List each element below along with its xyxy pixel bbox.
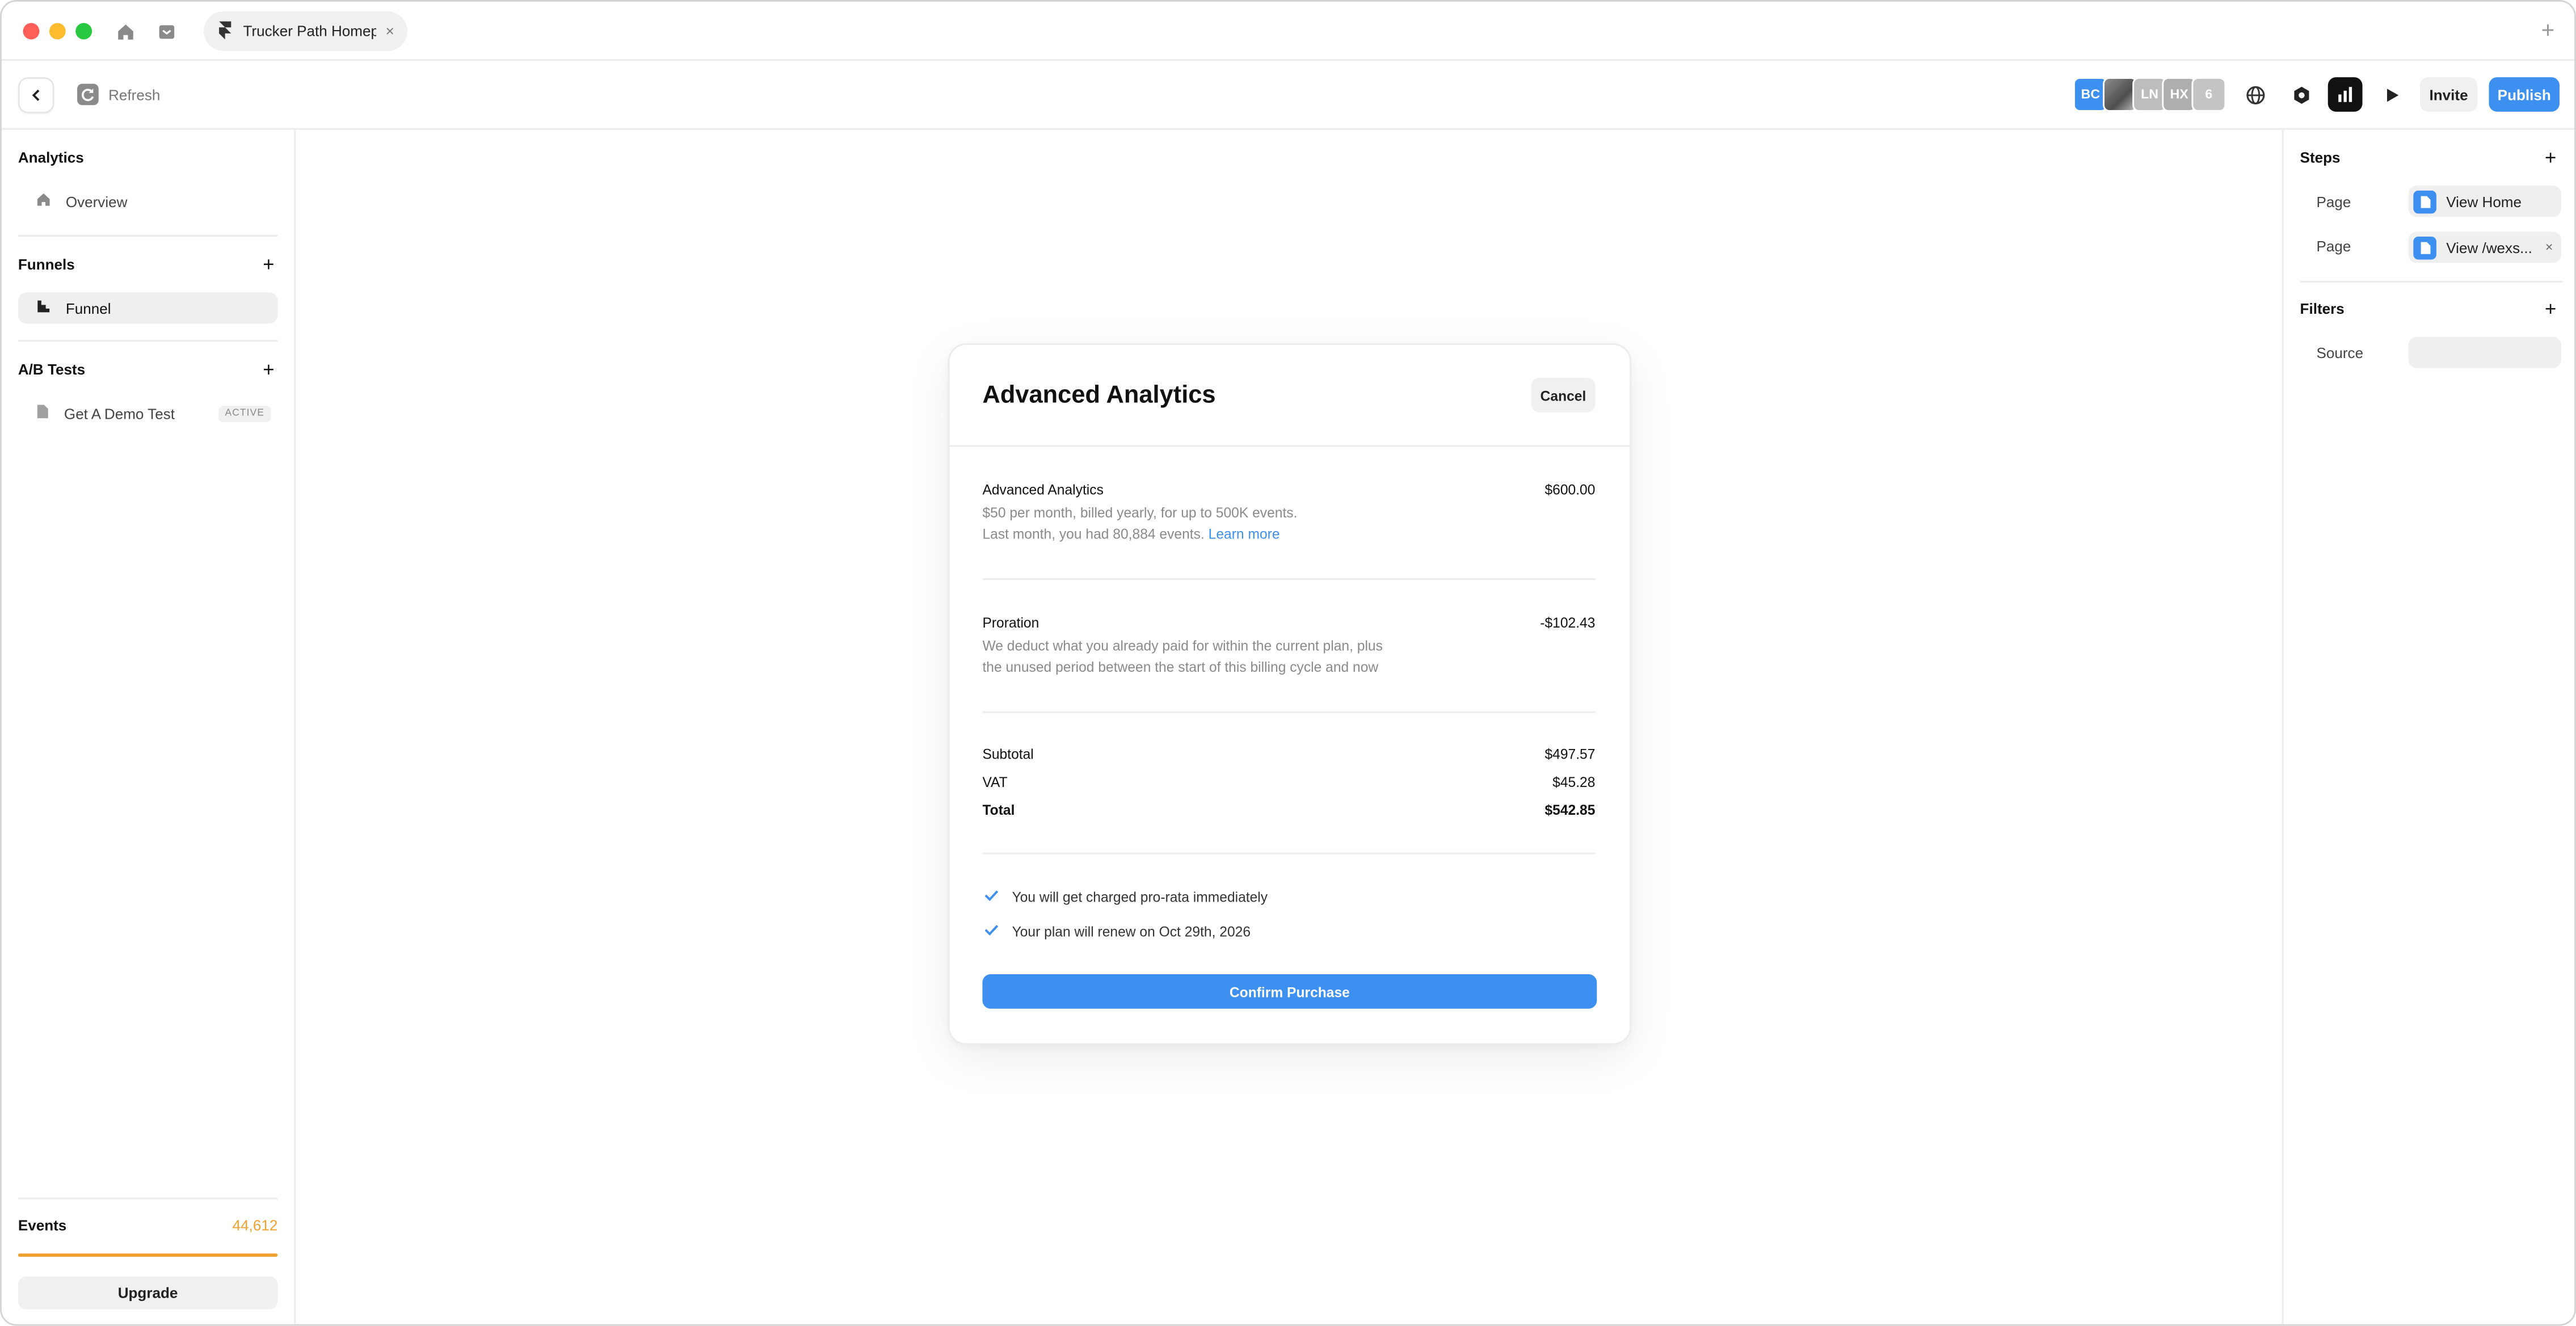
plan-description-line: $50 per month, billed yearly, for up to … [982,504,1298,521]
events-label: Events [18,1217,67,1234]
minimize-window-button[interactable] [49,23,66,40]
modal-title: Advanced Analytics [982,381,1216,409]
plan-description-line: Last month, you had 80,884 events. Learn… [982,524,1442,546]
cancel-button[interactable]: Cancel [1531,377,1596,412]
plan-description: $50 per month, billed yearly, for up to … [982,503,1442,545]
events-progress-bar [18,1253,278,1257]
note-text: Your plan will renew on Oct 29th, 2026 [1012,923,1251,940]
sidebar-item-label: Overview [65,193,128,210]
step-type-label: Page [2316,238,2351,255]
sidebar-item-get-a-demo-test[interactable]: Get A Demo Test ACTIVE [18,398,277,429]
divider [2300,281,2563,283]
confirm-purchase-button[interactable]: Confirm Purchase [982,974,1597,1009]
play-icon[interactable] [2374,77,2409,112]
browser-tab[interactable]: Trucker Path Homep... × [204,11,408,51]
step-pill[interactable]: View /wexs... × [2408,231,2561,263]
close-window-button[interactable] [23,23,40,40]
note-text: You will get charged pro-rata immediatel… [1012,889,1268,906]
purchase-modal: Advanced Analytics Cancel Advanced Analy… [949,345,1630,1043]
proration-description-line: the unused period between the start of t… [982,659,1379,676]
total-amount: $542.85 [1544,801,1596,818]
collaborator-avatars[interactable]: BC LN HX 6 [2073,77,2226,112]
divider [18,235,278,237]
refresh-button[interactable]: Refresh [77,83,161,106]
chevron-left-icon [30,81,43,110]
refresh-label: Refresh [108,86,161,103]
home-icon[interactable] [112,18,138,44]
refresh-icon [77,83,99,106]
proration-description: We deduct what you already paid for with… [982,636,1459,679]
app-window: Trucker Path Homep... × + Refresh BC LN … [0,0,2576,1326]
step-type-label: Page [2316,193,2351,211]
proration-description-line: We deduct what you already paid for with… [982,637,1383,654]
divider [18,340,278,342]
check-icon [984,889,999,905]
sidebar-item-label: Funnel [65,300,111,317]
check-icon [984,923,999,940]
framer-logo-icon [217,20,233,42]
step-value: View /wexs... [2446,239,2532,256]
events-count: 44,612 [232,1217,278,1234]
list-item: You will get charged pro-rata immediatel… [984,889,1268,905]
divider [982,852,1596,854]
learn-more-link[interactable]: Learn more [1209,526,1280,542]
divider [982,578,1596,580]
title-bar: Trucker Path Homep... × + [1,1,2575,61]
back-button[interactable] [19,78,53,112]
ab-tests-section-title: A/B Tests [18,361,86,378]
analytics-section-title: Analytics [18,149,84,166]
page-icon [2413,235,2436,259]
tab-title: Trucker Path Homep... [243,23,376,40]
add-filter-button[interactable]: + [2545,299,2556,319]
sidebar-item-funnel[interactable]: Funnel [18,292,278,324]
page-icon [36,404,49,422]
events-usage: Events 44,612 [18,1217,277,1234]
home-icon [36,192,51,211]
step-value: View Home [2446,193,2522,210]
maximize-window-button[interactable] [75,23,92,40]
funnel-icon [36,299,51,317]
invite-button[interactable]: Invite [2419,77,2478,112]
page-icon [2413,190,2436,213]
status-badge: ACTIVE [218,405,271,422]
add-ab-test-button[interactable]: + [263,360,274,380]
proration-amount: -$102.43 [1540,614,1596,631]
upgrade-button[interactable]: Upgrade [18,1276,278,1310]
proration-name: Proration [982,614,1039,631]
plan-amount: $600.00 [1544,481,1596,498]
remove-step-button[interactable]: × [2545,240,2553,255]
plan-events-text: Last month, you had 80,884 events. [982,525,1205,542]
right-panel: Steps + Page View Home Page View /wexs..… [2282,129,2575,1324]
vat-label: VAT [982,773,1008,790]
total-label: Total [982,801,1015,818]
filters-section-title: Filters [2300,300,2345,317]
list-item: Your plan will renew on Oct 29th, 2026 [984,923,1251,940]
vat-amount: $45.28 [1552,773,1596,790]
new-tab-button[interactable]: + [2541,16,2555,43]
subtotal-amount: $497.57 [1544,746,1596,763]
settings-icon[interactable] [2284,77,2318,112]
editor-toolbar: Refresh BC LN HX 6 Invite Publish [1,61,2575,130]
plan-name: Advanced Analytics [982,481,1104,498]
analytics-icon[interactable] [2327,77,2363,112]
source-filter-input[interactable] [2408,336,2561,368]
filter-source-label: Source [2316,345,2364,361]
funnels-section-title: Funnels [18,256,75,273]
subtotal-label: Subtotal [982,746,1034,763]
step-pill[interactable]: View Home [2408,186,2561,217]
publish-button[interactable]: Publish [2489,77,2560,112]
divider [18,1197,278,1199]
add-step-button[interactable]: + [2545,148,2556,168]
inbox-icon[interactable] [153,18,179,44]
divider [949,445,1630,447]
sidebar-item-overview[interactable]: Overview [18,186,277,217]
tab-close-button[interactable]: × [386,23,394,40]
divider [982,711,1596,713]
left-sidebar: Analytics Overview Funnels + Funnel A/B … [1,129,296,1324]
steps-section-title: Steps [2300,149,2341,166]
avatar-overflow-count[interactable]: 6 [2191,77,2226,112]
globe-icon[interactable] [2238,77,2272,112]
add-funnel-button[interactable]: + [263,255,274,275]
sidebar-item-label: Get A Demo Test [64,405,175,422]
